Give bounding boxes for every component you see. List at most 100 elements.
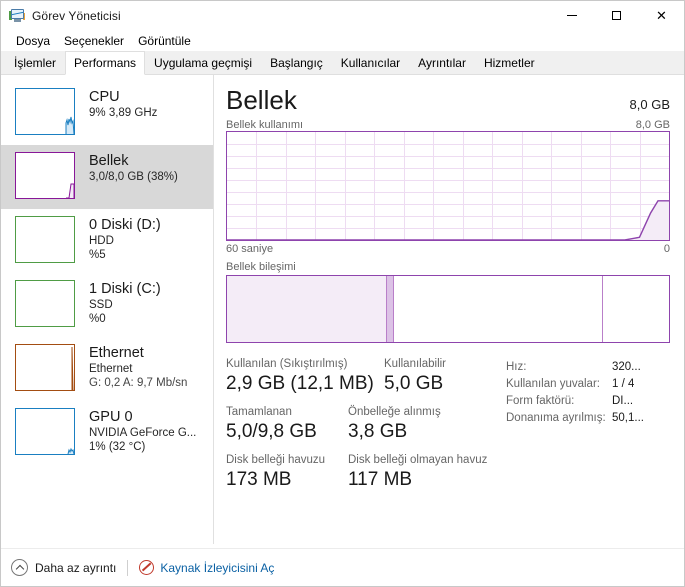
info-key: Form faktörü: xyxy=(506,395,575,407)
sidebar-item-title: GPU 0 xyxy=(89,409,133,425)
footer-bar: Daha az ayrıntı Kaynak İzleyicisini Aç xyxy=(1,548,684,586)
memory-sparkline xyxy=(66,183,74,198)
composition-segment[interactable] xyxy=(227,276,387,342)
resource-monitor-icon xyxy=(139,560,155,575)
stat-label: Önbelleğe alınmış xyxy=(348,406,441,418)
window-title: Görev Yöneticisi xyxy=(32,8,121,23)
info-value: 1 / 4 xyxy=(612,378,635,390)
sidebar-item-bellek[interactable]: Bellek 3,0/8,0 GB (38%) xyxy=(1,145,213,209)
info-row-form-factor: Form faktörü: DI... xyxy=(506,393,670,410)
sidebar-item-gpu-0[interactable]: GPU 0 NVIDIA GeForce G... 1% (32 °C) xyxy=(1,401,213,465)
tab-baslangic[interactable]: Başlangıç xyxy=(261,51,332,74)
tab-kullanicilar[interactable]: Kullanıcılar xyxy=(332,51,409,74)
memory-composition-bar[interactable] xyxy=(226,275,670,343)
stat-value: 2,9 GB (12,1 MB) xyxy=(226,373,374,394)
info-value: 320... xyxy=(612,361,641,373)
memory-usage-plot xyxy=(227,200,669,240)
resource-sidebar: CPU 9% 3,89 GHz Bellek 3,0/8,0 GB (38%) xyxy=(1,75,214,544)
tab-performans[interactable]: Performans xyxy=(65,51,146,75)
graph-axis-left: 60 saniye xyxy=(226,243,274,255)
info-value: 50,1... xyxy=(612,412,644,424)
tab-ayrintilar[interactable]: Ayrıntılar xyxy=(409,51,475,74)
graph-header: Bellek kullanımı 8,0 GB xyxy=(226,119,670,131)
stat-committed: Tamamlanan 5,0/9,8 GB xyxy=(226,405,348,444)
composition-segment[interactable] xyxy=(393,276,603,342)
tab-hizmetler[interactable]: Hizmetler xyxy=(475,51,544,74)
total-capacity: 8,0 GB xyxy=(629,97,670,112)
sidebar-item-line2: %0 xyxy=(89,313,106,325)
sidebar-item-line2: %5 xyxy=(89,249,106,261)
sidebar-item-line1: Ethernet xyxy=(89,363,133,375)
stat-cached: Önbelleğe alınmış 3,8 GB xyxy=(348,405,441,444)
hardware-info-list: Hız: 320... Kullanılan yuvalar: 1 / 4 Fo… xyxy=(494,357,670,501)
task-manager-icon xyxy=(9,8,25,24)
sidebar-item-line2: 1% (32 °C) xyxy=(89,441,146,453)
disk0-thumbnail xyxy=(15,216,75,263)
graph-axis-right: 0 xyxy=(663,243,670,255)
gpu-sparkline xyxy=(67,447,74,454)
menu-item-dosya[interactable]: Dosya xyxy=(9,32,57,50)
maximize-button[interactable] xyxy=(594,1,639,30)
title-bar: Görev Yöneticisi ✕ xyxy=(1,1,684,30)
graph-max-label: 8,0 GB xyxy=(635,119,670,131)
stat-row-1: Kullanılan (Sıkıştırılmış) 2,9 GB (12,1 … xyxy=(226,357,494,396)
tab-strip: İşlemler Performans Uygulama geçmişi Baş… xyxy=(1,51,684,75)
minimize-button[interactable] xyxy=(549,1,594,30)
info-key: Donanıma ayrılmış: xyxy=(506,412,606,424)
sidebar-item-disk-0[interactable]: 0 Diski (D:) HDD %5 xyxy=(1,209,213,273)
stat-value: 5,0 GB xyxy=(384,373,444,394)
sidebar-item-line2: G: 0,2 A: 9,7 Mb/sn xyxy=(89,377,188,389)
window-controls: ✕ xyxy=(549,1,684,30)
sidebar-item-line1: 3,0/8,0 GB (38%) xyxy=(89,171,178,183)
close-icon: ✕ xyxy=(656,8,667,23)
composition-label: Bellek bileşimi xyxy=(226,261,296,273)
info-row-hardware-reserved: Donanıma ayrılmış: 50,1... xyxy=(506,410,670,427)
panel-header: Bellek 8,0 GB xyxy=(226,85,670,115)
memory-detail-panel: Bellek 8,0 GB Bellek kullanımı 8,0 GB 60… xyxy=(214,75,684,544)
memory-usage-graph-wrapper: 60 saniye 0 xyxy=(226,131,670,255)
sidebar-item-title: 1 Diski (C:) xyxy=(89,281,161,297)
stat-row-2: Tamamlanan 5,0/9,8 GB Önbelleğe alınmış … xyxy=(226,405,494,444)
fewer-details-button[interactable]: Daha az ayrıntı xyxy=(35,561,116,575)
stat-label: Disk belleği olmayan havuz xyxy=(348,454,488,466)
close-button[interactable]: ✕ xyxy=(639,1,684,30)
page-title: Bellek xyxy=(226,85,297,115)
disk1-thumbnail xyxy=(15,280,75,327)
info-key: Hız: xyxy=(506,361,527,373)
open-resource-monitor-link[interactable]: Kaynak İzleyicisini Aç xyxy=(160,561,274,575)
sidebar-item-title: Ethernet xyxy=(89,345,144,361)
ethernet-sparkline xyxy=(71,346,74,390)
sidebar-item-line1: HDD xyxy=(89,235,114,247)
stat-used: Kullanılan (Sıkıştırılmış) 2,9 GB (12,1 … xyxy=(226,357,384,396)
stat-label: Disk belleği havuzu xyxy=(226,454,326,466)
memory-thumbnail xyxy=(15,152,75,199)
stat-row-3: Disk belleği havuzu 173 MB Disk belleği … xyxy=(226,453,494,492)
stat-paged-pool: Disk belleği havuzu 173 MB xyxy=(226,453,348,492)
graph-label: Bellek kullanımı xyxy=(226,119,304,131)
graph-axis-row: 60 saniye 0 xyxy=(226,243,670,255)
menu-item-secenekler[interactable]: Seçenekler xyxy=(57,32,131,50)
cpu-sparkline xyxy=(65,116,74,134)
stat-value: 3,8 GB xyxy=(348,421,408,442)
sidebar-item-title: Bellek xyxy=(89,153,129,169)
memory-usage-graph[interactable] xyxy=(226,131,670,241)
ethernet-thumbnail xyxy=(15,344,75,391)
tab-uygulama-gecmisi[interactable]: Uygulama geçmişi xyxy=(145,51,261,74)
maximize-icon xyxy=(612,11,621,20)
minimize-icon xyxy=(566,15,577,16)
menu-bar: Dosya Seçenekler Görüntüle xyxy=(1,30,684,51)
tab-islemler[interactable]: İşlemler xyxy=(5,51,65,74)
info-row-speed: Hız: 320... xyxy=(506,359,670,376)
chevron-up-icon[interactable] xyxy=(11,559,28,576)
sidebar-item-cpu[interactable]: CPU 9% 3,89 GHz xyxy=(1,81,213,145)
stat-label: Tamamlanan xyxy=(226,406,292,418)
cpu-thumbnail xyxy=(15,88,75,135)
stat-nonpaged-pool: Disk belleği olmayan havuz 117 MB xyxy=(348,453,487,492)
menu-item-goruntule[interactable]: Görüntüle xyxy=(131,32,198,50)
info-key: Kullanılan yuvalar: xyxy=(506,378,600,390)
sidebar-item-ethernet[interactable]: Ethernet Ethernet G: 0,2 A: 9,7 Mb/sn xyxy=(1,337,213,401)
sidebar-item-line1: NVIDIA GeForce G... xyxy=(89,427,197,439)
statistics-area: Kullanılan (Sıkıştırılmış) 2,9 GB (12,1 … xyxy=(226,357,670,501)
sidebar-item-disk-1[interactable]: 1 Diski (C:) SSD %0 xyxy=(1,273,213,337)
composition-segment[interactable] xyxy=(603,276,669,342)
